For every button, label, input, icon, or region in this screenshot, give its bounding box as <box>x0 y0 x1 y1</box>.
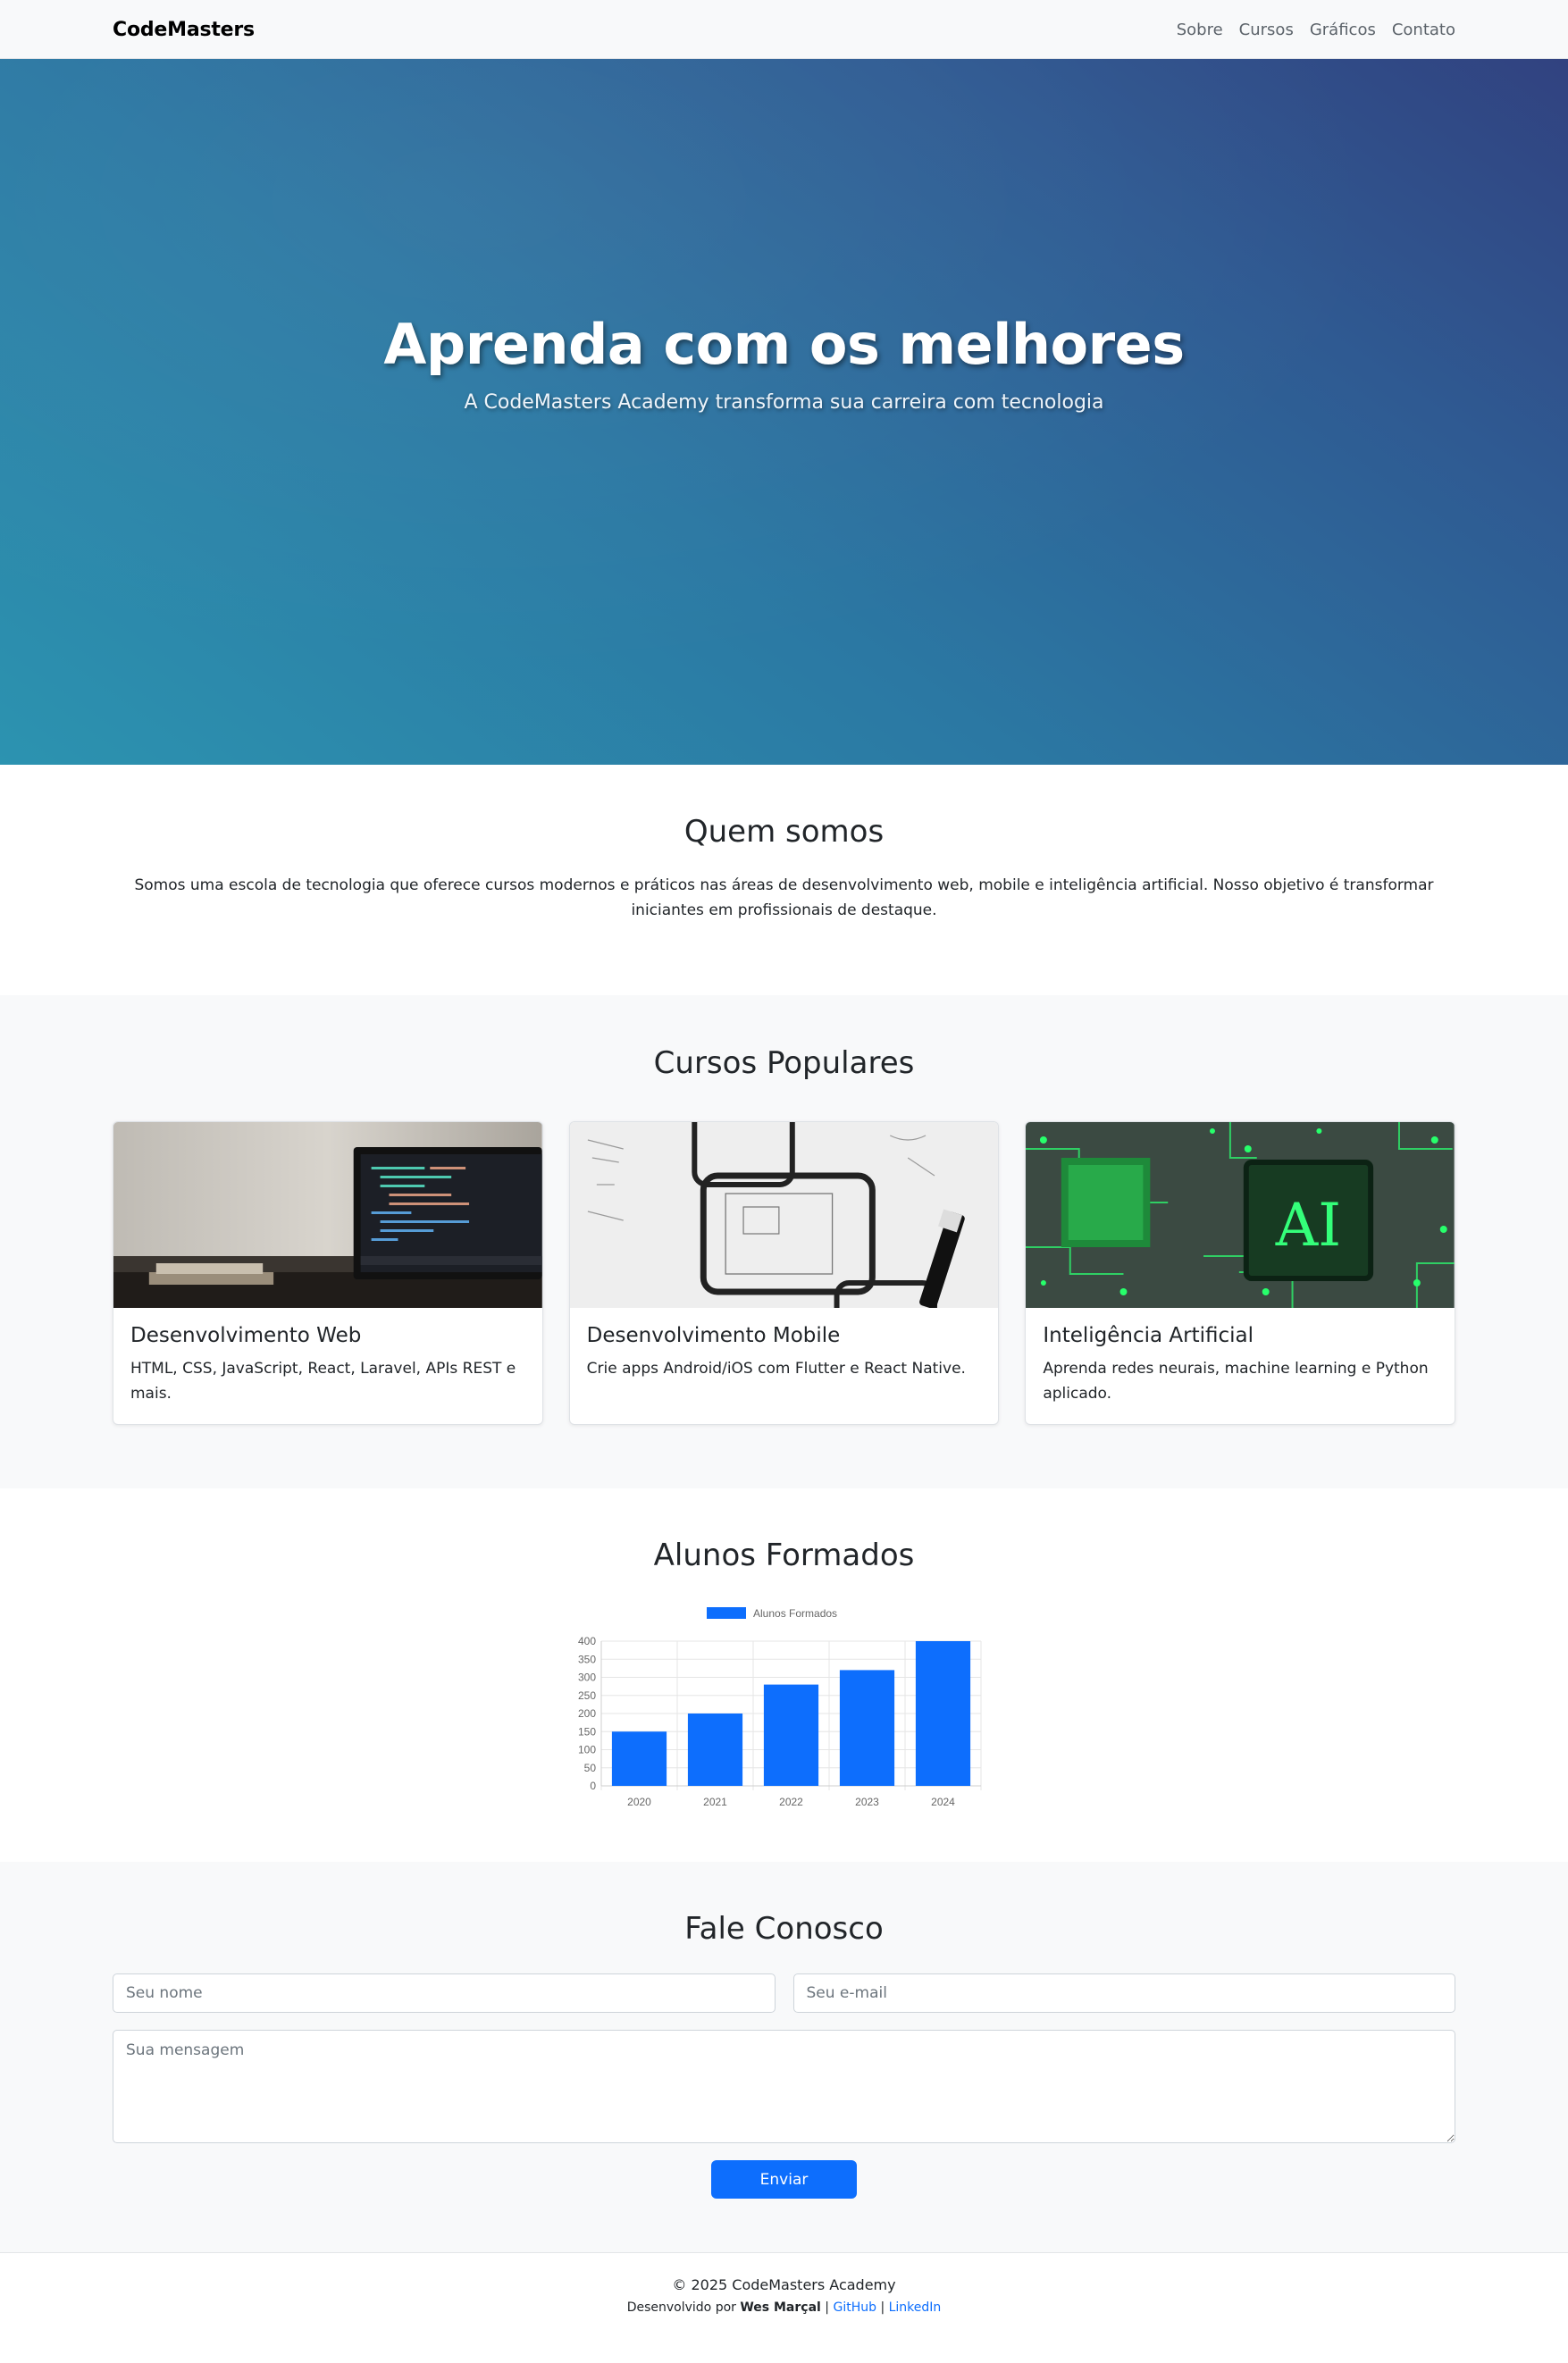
contact-heading: Fale Conosco <box>684 1911 884 1947</box>
github-link[interactable]: GitHub <box>833 2300 876 2315</box>
nav-link-contato[interactable]: Contato <box>1392 21 1455 39</box>
navbar: CodeMasters Sobre Cursos Gráficos Contat… <box>0 0 1568 59</box>
hero-subtitle: A CodeMasters Academy transforma sua car… <box>464 391 1104 414</box>
bar-2021 <box>687 1714 742 1786</box>
courses-heading: Cursos Populares <box>653 1045 915 1081</box>
course-image-mobile <box>569 1122 999 1308</box>
ai-chip-label: AI <box>1275 1191 1341 1260</box>
y-tick-label: 150 <box>577 1725 595 1738</box>
about-text: Somos uma escola de tecnologia que ofere… <box>134 876 1434 919</box>
chart-heading: Alunos Formados <box>653 1538 915 1573</box>
nav-links: Sobre Cursos Gráficos Contato <box>1177 21 1455 39</box>
chart-svg: Alunos Formados 0 50 100 150 200 250 300 350 400 2… <box>577 1607 981 1808</box>
author-name: Wes Marçal <box>740 2300 821 2315</box>
name-input[interactable] <box>113 1973 776 2013</box>
about-heading: Quem somos <box>683 814 885 850</box>
email-input[interactable] <box>792 1973 1455 2013</box>
y-tick-label: 0 <box>590 1780 596 1792</box>
submit-button[interactable]: Enviar <box>711 2160 857 2199</box>
footer-credit: Desenvolvido por Wes Marçal | GitHub | L… <box>0 2300 1568 2315</box>
bar-2024 <box>915 1641 970 1786</box>
course-image-ai: AI <box>1026 1122 1455 1308</box>
nav-link-graficos[interactable]: Gráficos <box>1310 21 1376 39</box>
footer: © 2025 CodeMasters Academy Desenvolvido … <box>0 2252 1568 2343</box>
course-title-web: Desenvolvimento Web <box>130 1324 362 1347</box>
bar-2020 <box>611 1731 667 1786</box>
course-text-mobile: Crie apps Android/iOS com Flutter e Reac… <box>586 1360 966 1378</box>
credit-separator: | <box>825 2300 830 2315</box>
course-card-ai[interactable]: AI Inteligência Artificial Aprenda redes… <box>1025 1121 1456 1425</box>
y-tick-label: 350 <box>577 1653 595 1665</box>
contact-section: Fale Conosco Enviar <box>0 1862 1568 2252</box>
about-section: Quem somos Somos uma escola de tecnologi… <box>0 765 1568 995</box>
course-cards: Desenvolvimento Web HTML, CSS, JavaScrip… <box>113 1121 1456 1425</box>
courses-section: Cursos Populares Desenvolvimento Web HTM… <box>0 995 1568 1488</box>
hero-banner: Aprenda com os melhores A CodeMasters Ac… <box>0 59 1568 765</box>
course-title-ai: Inteligência Artificial <box>1043 1324 1254 1347</box>
course-title-mobile: Desenvolvimento Mobile <box>586 1324 841 1347</box>
hero-title: Aprenda com os melhores <box>383 312 1185 377</box>
x-tick-label: 2020 <box>627 1796 651 1808</box>
course-text-web: HTML, CSS, JavaScript, React, Laravel, A… <box>130 1360 516 1403</box>
x-tick-label: 2023 <box>855 1796 879 1808</box>
bar-2022 <box>763 1684 818 1786</box>
y-tick-label: 50 <box>583 1762 596 1774</box>
legend-swatch <box>706 1607 746 1619</box>
y-tick-label: 200 <box>577 1707 595 1720</box>
message-textarea[interactable] <box>113 2030 1455 2143</box>
bar-2023 <box>839 1670 894 1786</box>
x-tick-label: 2022 <box>779 1796 803 1808</box>
x-tick-label: 2024 <box>931 1796 955 1808</box>
y-tick-label: 300 <box>577 1672 595 1684</box>
course-text-ai: Aprenda redes neurais, machine learning … <box>1043 1360 1429 1403</box>
footer-copyright: © 2025 CodeMasters Academy <box>672 2276 896 2293</box>
credit-prefix: Desenvolvido por <box>626 2300 736 2315</box>
legend-label: Alunos Formados <box>753 1607 837 1620</box>
y-tick-label: 100 <box>577 1744 595 1756</box>
nav-link-sobre[interactable]: Sobre <box>1177 21 1223 39</box>
course-image-web <box>113 1122 542 1308</box>
y-tick-label: 250 <box>577 1689 595 1702</box>
y-tick-label: 400 <box>577 1635 595 1647</box>
course-card-web[interactable]: Desenvolvimento Web HTML, CSS, JavaScrip… <box>113 1121 543 1425</box>
x-tick-label: 2021 <box>703 1796 727 1808</box>
graduates-chart: Alunos Formados 0 50 100 150 200 250 300 350 400 2… <box>566 1598 1003 1813</box>
linkedin-link[interactable]: LinkedIn <box>889 2300 942 2315</box>
credit-separator: | <box>880 2300 885 2315</box>
course-card-mobile[interactable]: Desenvolvimento Mobile Crie apps Android… <box>568 1121 1000 1425</box>
nav-link-cursos[interactable]: Cursos <box>1239 21 1294 39</box>
chart-section: Alunos Formados Alunos Formados 0 50 100 150… <box>0 1488 1568 1862</box>
brand-logo[interactable]: CodeMasters <box>113 19 255 41</box>
